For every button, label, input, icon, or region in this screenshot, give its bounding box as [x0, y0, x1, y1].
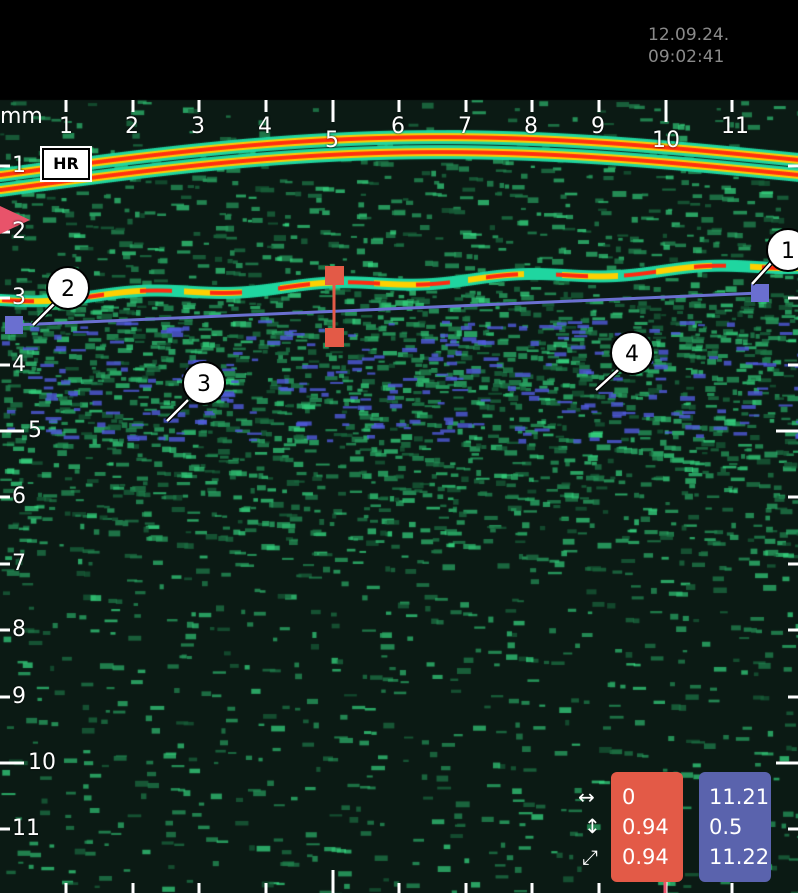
x-tick-label: 7	[458, 114, 472, 139]
x-tick-label: 6	[391, 114, 405, 139]
x-tick-label: 9	[591, 114, 605, 139]
red-handle-bottom[interactable]	[325, 328, 344, 347]
x-tick-label: 5	[325, 128, 339, 153]
blue-vertical-value: 0.5	[709, 815, 743, 839]
unit-label: mm	[0, 104, 43, 129]
y-tick-label: 2	[12, 219, 26, 244]
red-handle-top[interactable]	[325, 266, 344, 285]
x-tick-label: 1	[59, 114, 73, 139]
time-text: 09:02:41	[648, 47, 725, 67]
blue-handle-start[interactable]	[5, 316, 23, 334]
hr-mode-badge[interactable]: HR	[42, 148, 90, 180]
x-tick-label: 11	[721, 114, 749, 139]
y-tick-label: 7	[12, 551, 26, 576]
marker-pointers-inner	[32, 261, 773, 422]
horizontal-arrow-icon: ↔	[578, 785, 595, 809]
vertical-arrow-icon: ↕	[584, 814, 601, 838]
marker-2[interactable]: 2	[46, 266, 90, 310]
blue-measure-line[interactable]	[13, 291, 761, 327]
y-tick-label: 8	[12, 617, 26, 642]
y-tick-label: 11	[12, 816, 40, 841]
y-tick-label: 5	[28, 418, 42, 443]
y-tick-label: 10	[28, 750, 56, 775]
x-tick-label: 4	[258, 114, 272, 139]
y-tick-label: 3	[12, 285, 26, 310]
blue-diagonal-value: 11.22	[709, 845, 770, 869]
y-tick-label: 1	[12, 153, 26, 178]
marker-4[interactable]: 4	[610, 331, 654, 375]
marker-pointers	[31, 260, 774, 423]
blue-handle-end[interactable]	[751, 284, 769, 302]
red-horizontal-value: 0	[622, 785, 636, 809]
x-tick-label: 10	[652, 128, 680, 153]
y-tick-label: 9	[12, 684, 26, 709]
diagonal-arrow-icon: ⤢	[582, 845, 598, 869]
x-tick-label: 8	[524, 114, 538, 139]
marker-3[interactable]: 3	[182, 361, 226, 405]
y-tick-label: 6	[12, 484, 26, 509]
timestamp: 12.09.24. 09:02:41	[648, 24, 729, 68]
blue-horizontal-value: 11.21	[709, 785, 770, 809]
y-tick-label: 4	[12, 352, 26, 377]
red-vertical-value: 0.94	[622, 815, 669, 839]
red-diagonal-value: 0.94	[622, 845, 669, 869]
x-tick-label: 2	[125, 114, 139, 139]
x-tick-label: 3	[191, 114, 205, 139]
date-text: 12.09.24.	[648, 25, 730, 45]
